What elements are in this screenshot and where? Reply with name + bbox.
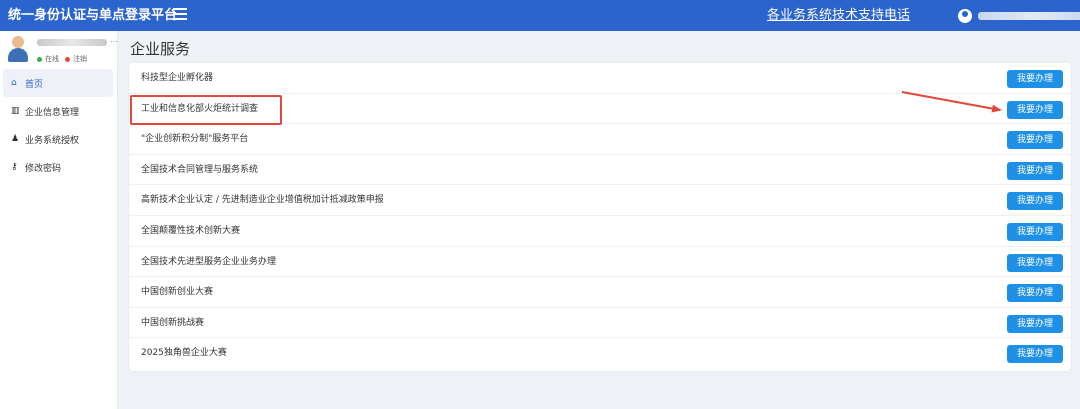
logout-link[interactable]: 注销: [73, 54, 87, 64]
sidebar-item-label: 首页: [25, 79, 44, 90]
logout-dot-icon: [65, 56, 70, 62]
page-title: 企业服务: [130, 40, 191, 58]
list-item: 全国技术先进型服务企业业务办理 我要办理: [129, 247, 1071, 278]
profile-name-ellipsis: …: [110, 35, 118, 44]
handle-button[interactable]: 我要办理: [1007, 161, 1063, 180]
online-dot-icon: [37, 56, 42, 62]
sidebar-nav: ⌂ 首页 ▥ 企业信息管理 ♟ 业务系统授权 ⚷ 修改密码: [0, 69, 117, 181]
sidebar-item-label: 业务系统授权: [25, 135, 80, 146]
key-icon: ⚷: [11, 162, 18, 172]
sidebar: … 在线 注销 ⌂ 首页 ▥ 企业信息管理 ♟ 业务系统授权 ⚷ 修改密码: [0, 31, 118, 409]
list-item: 全国技术合同管理与服务系统 我要办理: [129, 155, 1071, 186]
sidebar-item-label: 修改密码: [25, 163, 62, 174]
list-item: 中国创新挑战赛 我要办理: [129, 308, 1071, 339]
user-avatar-icon: [958, 9, 972, 23]
service-name: 全国技术先进型服务企业业务办理: [141, 256, 277, 267]
sidebar-item-enterprise-info[interactable]: ▥ 企业信息管理: [0, 97, 117, 125]
user-profile: … 在线 注销: [7, 35, 118, 67]
top-bar: 统一身份认证与单点登录平台 各业务系统技术支持电话: [0, 0, 1080, 31]
avatar: [7, 35, 29, 63]
service-name: 2025独角兽企业大赛: [141, 348, 227, 359]
service-name: 中国创新挑战赛: [141, 317, 205, 328]
list-item: 2025独角兽企业大赛 我要办理: [129, 338, 1071, 369]
list-item: 中国创新创业大赛 我要办理: [129, 277, 1071, 308]
sidebar-item-change-password[interactable]: ⚷ 修改密码: [0, 153, 117, 181]
service-name: 高新技术企业认定 / 先进制造业企业增值税加计抵减政策申报: [141, 195, 384, 206]
handle-button[interactable]: 我要办理: [1007, 131, 1063, 150]
list-item: "企业创新积分制"服务平台 我要办理: [129, 124, 1071, 155]
handle-button[interactable]: 我要办理: [1007, 345, 1063, 364]
handle-button[interactable]: 我要办理: [1007, 70, 1063, 88]
handle-button[interactable]: 我要办理: [1007, 253, 1063, 272]
service-name: 全国颠覆性技术创新大赛: [141, 226, 241, 236]
highlight-box: [130, 95, 282, 125]
handle-button[interactable]: 我要办理: [1007, 192, 1063, 211]
list-item: 科技型企业孵化器 我要办理: [129, 63, 1071, 94]
menu-toggle-icon[interactable]: [173, 8, 187, 22]
status-online: 在线: [45, 55, 59, 63]
handle-button[interactable]: 我要办理: [1007, 100, 1063, 119]
status-line: 在线 注销: [37, 54, 87, 64]
service-name: 科技型企业孵化器: [141, 73, 214, 83]
home-icon: ⌂: [11, 78, 17, 88]
users-icon: ♟: [11, 134, 20, 144]
support-phone-link[interactable]: 各业务系统技术支持电话: [767, 0, 910, 31]
list-item: 高新技术企业认定 / 先进制造业企业增值税加计抵减政策申报 我要办理: [129, 185, 1071, 216]
sidebar-item-home[interactable]: ⌂ 首页: [3, 69, 113, 97]
profile-name-redacted: [37, 39, 107, 46]
list-item: 全国颠覆性技术创新大赛 我要办理: [129, 216, 1071, 247]
service-name: 中国创新创业大赛: [141, 287, 214, 298]
handle-button[interactable]: 我要办理: [1007, 223, 1063, 241]
service-name: "企业创新积分制"服务平台: [141, 134, 249, 145]
sidebar-item-system-authorization[interactable]: ♟ 业务系统授权: [0, 125, 117, 153]
user-menu[interactable]: [958, 7, 1080, 25]
handle-button[interactable]: 我要办理: [1007, 314, 1063, 333]
sidebar-item-label: 企业信息管理: [25, 107, 80, 118]
user-name-redacted: [978, 12, 1080, 20]
bank-icon: ▥: [11, 106, 20, 116]
handle-button[interactable]: 我要办理: [1007, 284, 1063, 303]
service-name: 全国技术合同管理与服务系统: [141, 164, 259, 175]
app-title: 统一身份认证与单点登录平台: [8, 8, 178, 23]
